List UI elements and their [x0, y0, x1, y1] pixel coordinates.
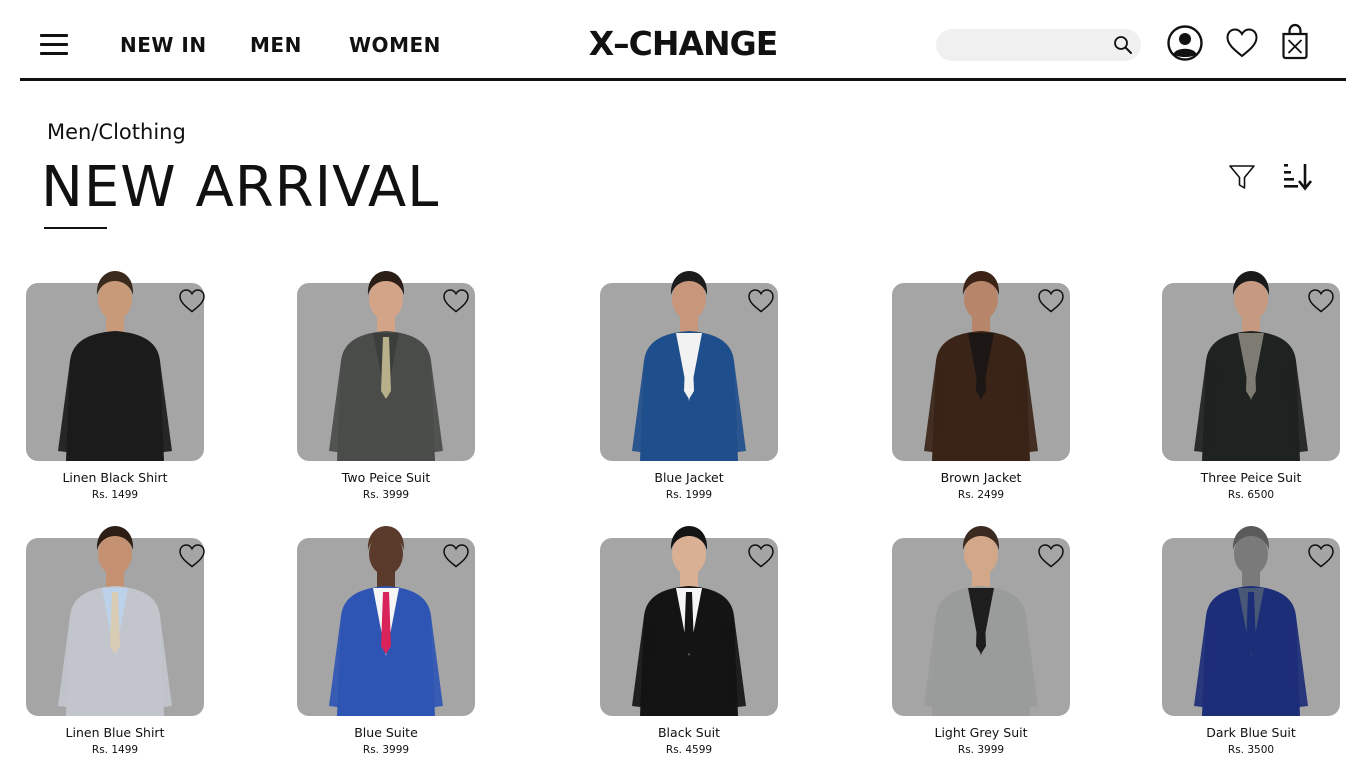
product-name[interactable]: Linen Blue Shirt: [0, 725, 234, 740]
wishlist-heart-icon[interactable]: [1037, 288, 1065, 314]
product-image[interactable]: [297, 271, 475, 461]
product-image[interactable]: [600, 526, 778, 716]
wishlist-heart-icon[interactable]: [747, 288, 775, 314]
product-card[interactable]: Light Grey Suit Rs. 3999: [892, 526, 1070, 768]
nav-men[interactable]: MEN: [250, 33, 302, 57]
user-icon[interactable]: [1166, 24, 1204, 62]
product-price: Rs. 4599: [665, 744, 713, 756]
product-name[interactable]: Brown Jacket: [862, 470, 1100, 485]
product-card[interactable]: Two Peice Suit Rs. 3999: [297, 271, 475, 513]
product-card[interactable]: Blue Jacket Rs. 1999: [600, 271, 778, 513]
product-name[interactable]: Light Grey Suit: [862, 725, 1100, 740]
nav-women[interactable]: WOMEN: [349, 33, 441, 57]
product-price: Rs. 3999: [362, 744, 410, 756]
product-card[interactable]: Brown Jacket Rs. 2499: [892, 271, 1070, 513]
wishlist-heart-icon[interactable]: [442, 288, 470, 314]
wishlist-heart-icon[interactable]: [1307, 543, 1335, 569]
breadcrumb[interactable]: Men/Clothing: [47, 120, 186, 144]
wishlist-heart-icon[interactable]: [178, 288, 206, 314]
wishlist-heart-icon[interactable]: [178, 543, 206, 569]
search-icon[interactable]: [1113, 35, 1133, 55]
product-image[interactable]: [1162, 271, 1340, 461]
product-image[interactable]: [892, 526, 1070, 716]
header-divider: [20, 78, 1346, 81]
wishlist-heart-icon[interactable]: [1037, 543, 1065, 569]
sort-icon[interactable]: [1282, 161, 1312, 191]
product-image[interactable]: [1162, 526, 1340, 716]
product-card[interactable]: Dark Blue Suit Rs. 3500: [1162, 526, 1340, 768]
logo[interactable]: X–CHANGE: [576, 24, 790, 63]
product-card[interactable]: Blue Suite Rs. 3999: [297, 526, 475, 768]
product-name[interactable]: Blue Suite: [267, 725, 505, 740]
product-price: Rs. 6500: [1227, 489, 1275, 501]
product-name[interactable]: Blue Jacket: [570, 470, 808, 485]
nav-new-in[interactable]: NEW IN: [120, 33, 207, 57]
menu-icon[interactable]: [40, 34, 68, 56]
product-card[interactable]: Linen Blue Shirt Rs. 1499: [26, 526, 206, 768]
search-input[interactable]: [948, 33, 1108, 57]
product-price: Rs. 3999: [957, 744, 1005, 756]
product-name[interactable]: Black Suit: [570, 725, 808, 740]
shopping-bag-icon[interactable]: [1280, 22, 1310, 60]
product-card[interactable]: Linen Black Shirt Rs. 1499: [26, 271, 206, 513]
product-name[interactable]: Three Peice Suit: [1132, 470, 1366, 485]
product-image[interactable]: [26, 526, 206, 716]
product-price: Rs. 2499: [957, 489, 1005, 501]
product-price: Rs. 3500: [1227, 744, 1275, 756]
product-price: Rs. 1499: [91, 744, 139, 756]
product-image[interactable]: [892, 271, 1070, 461]
product-card[interactable]: Black Suit Rs. 4599: [600, 526, 778, 768]
product-price: Rs. 1999: [665, 489, 713, 501]
product-price: Rs. 3999: [362, 489, 410, 501]
product-image[interactable]: [600, 271, 778, 461]
filter-icon[interactable]: [1228, 163, 1256, 191]
product-card[interactable]: Three Peice Suit Rs. 6500: [1162, 271, 1340, 513]
wishlist-heart-icon[interactable]: [442, 543, 470, 569]
search-bar: [936, 29, 1141, 61]
title-underline: [44, 227, 107, 229]
product-name[interactable]: Linen Black Shirt: [0, 470, 234, 485]
wishlist-heart-icon[interactable]: [747, 543, 775, 569]
wishlist-heart-icon[interactable]: [1307, 288, 1335, 314]
product-name[interactable]: Two Peice Suit: [267, 470, 505, 485]
product-image[interactable]: [26, 271, 206, 461]
heart-icon[interactable]: [1225, 27, 1259, 59]
product-image[interactable]: [297, 526, 475, 716]
page-title: NEW ARRIVAL: [41, 155, 440, 220]
product-name[interactable]: Dark Blue Suit: [1132, 725, 1366, 740]
product-price: Rs. 1499: [91, 489, 139, 501]
